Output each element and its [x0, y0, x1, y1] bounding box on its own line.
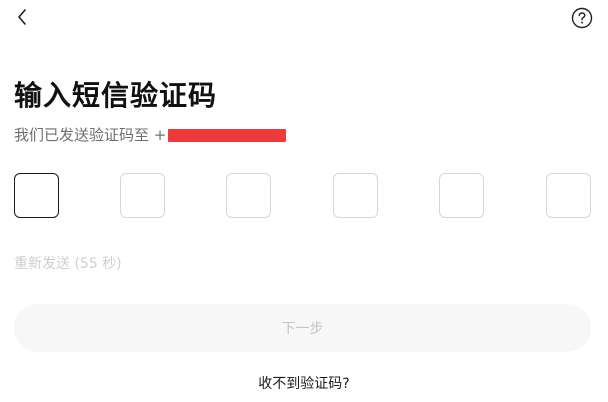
no-code-link[interactable]: 收不到验证码? — [0, 374, 608, 394]
code-digit-box[interactable] — [226, 173, 271, 218]
back-button[interactable] — [10, 6, 34, 32]
code-digit-box[interactable] — [14, 173, 59, 218]
code-digit-box[interactable] — [333, 173, 378, 218]
sent-to-text: 我们已发送验证码至 + — [14, 124, 287, 146]
verification-code-input[interactable] — [14, 173, 591, 218]
code-digit-box[interactable] — [120, 173, 165, 218]
code-digit-box[interactable] — [439, 173, 484, 218]
code-digit-box[interactable] — [546, 173, 591, 218]
help-button[interactable] — [570, 7, 594, 33]
question-circle-icon — [571, 7, 593, 33]
resend-countdown: 重新发送 (55 秒) — [14, 256, 122, 272]
chevron-left-icon — [17, 9, 27, 29]
sent-to-label: 我们已发送验证码至 + — [14, 126, 167, 144]
redacted-phone-number — [168, 128, 287, 142]
next-button[interactable]: 下一步 — [14, 304, 591, 352]
page-title: 输入短信验证码 — [14, 79, 218, 112]
